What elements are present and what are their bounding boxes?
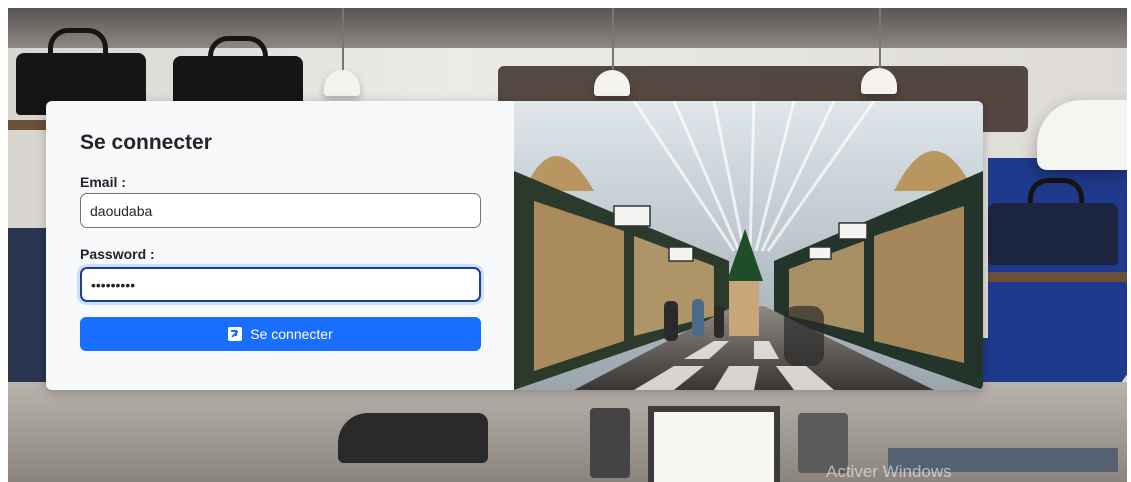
password-field[interactable] [80, 267, 481, 302]
shoe [338, 413, 488, 463]
email-field[interactable] [80, 193, 481, 228]
password-label: Password : [80, 246, 155, 262]
shelf [988, 272, 1127, 282]
camera [590, 408, 630, 478]
login-card: Se connecter Email : Password : Se conne… [46, 101, 983, 390]
arcade-illustration [514, 101, 983, 390]
login-title: Se connecter [80, 131, 212, 154]
login-form: Se connecter Email : Password : Se conne… [46, 101, 514, 390]
handbag [988, 203, 1118, 265]
box-arrow-icon [228, 327, 243, 341]
ceiling [8, 8, 1127, 48]
picture-frame [648, 406, 780, 482]
shopping-arcade-photo [514, 101, 983, 390]
login-button-label: Se connecter [250, 326, 333, 342]
email-label: Email : [80, 174, 126, 190]
login-button[interactable]: Se connecter [80, 317, 481, 351]
shelf [8, 120, 48, 130]
windows-watermark: Activer Windows [826, 462, 952, 481]
